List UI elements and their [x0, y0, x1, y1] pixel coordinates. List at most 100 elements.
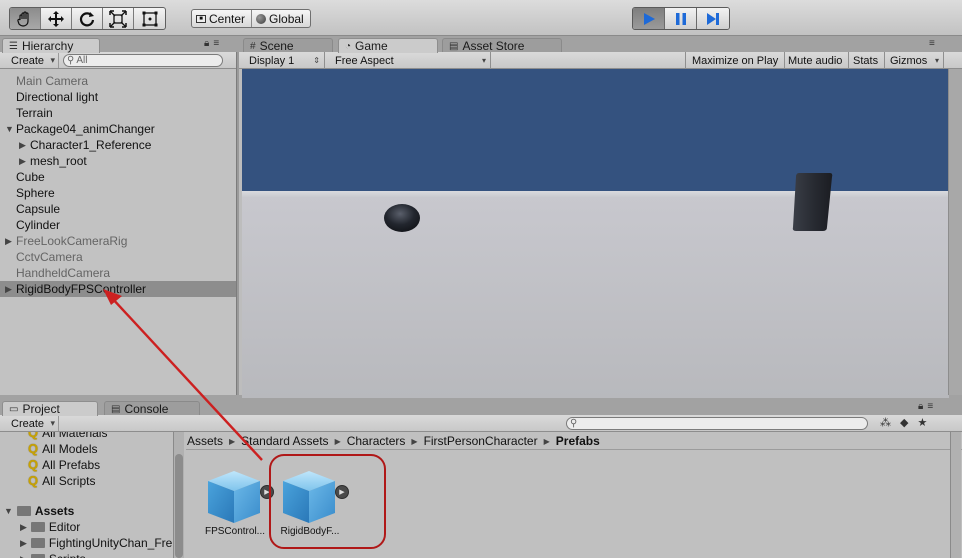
prefab-expand-icon[interactable]: ▶ [335, 485, 349, 499]
breadcrumb-item[interactable]: Characters [347, 434, 406, 448]
dropdown-arrow-icon: ▾ [481, 56, 486, 65]
project-search-input[interactable]: ⚲ [566, 417, 868, 430]
tab-asset-store-label: Asset Store [462, 39, 525, 53]
menu-icon[interactable]: ≡ [927, 401, 933, 412]
asset-grid-scrollbar[interactable] [950, 432, 961, 558]
expand-right-icon[interactable]: ▶ [19, 153, 26, 169]
pivot-center-button[interactable]: ■ Center [192, 10, 253, 27]
move-tool-button[interactable] [41, 8, 72, 29]
tab-console[interactable]: ▤ Console [104, 401, 200, 416]
rotate-tool-button[interactable] [72, 8, 103, 29]
folder-tree-scrollbar[interactable] [173, 432, 184, 558]
display-dropdown[interactable]: Display 1 ⇕ [243, 52, 325, 69]
hierarchy-list: Main Camera Directional light Terrain ▼ Pack… [0, 69, 236, 395]
tree-item-label: All Materials [42, 432, 108, 440]
filter-by-type-icon[interactable]: ⁂ [880, 416, 891, 429]
hierarchy-item[interactable]: HandheldCamera [0, 265, 236, 281]
console-icon: ▤ [111, 403, 121, 415]
game-toolbar: Display 1 ⇕ Free Aspect ▾ Maximize on Pl… [239, 52, 962, 69]
hierarchy-item[interactable]: Sphere [0, 185, 236, 201]
hierarchy-search-input[interactable]: ⚲ All [63, 54, 223, 67]
expand-right-icon[interactable]: ▶ [5, 233, 12, 249]
hierarchy-item[interactable]: ▶ Character1_Reference [0, 137, 236, 153]
mute-audio-toggle[interactable]: Mute audio [782, 52, 850, 69]
stats-toggle[interactable]: Stats [847, 52, 886, 69]
hand-tool-button[interactable] [10, 8, 41, 29]
list-icon: ☰ [9, 40, 18, 52]
hierarchy-item[interactable]: Cube [0, 169, 236, 185]
hierarchy-item-label: Terrain [16, 106, 53, 120]
expand-right-icon[interactable]: ▶ [20, 551, 27, 558]
breadcrumb-item[interactable]: Standard Assets [241, 434, 328, 448]
hierarchy-toolbar: Create ⚲ All [0, 52, 236, 69]
favorite-search-item[interactable]: Q All Models [0, 441, 173, 457]
tab-game[interactable]: ◔ Game [338, 38, 438, 53]
breadcrumb-item[interactable]: Prefabs [556, 434, 600, 448]
expand-down-icon[interactable]: ▼ [5, 121, 14, 137]
tab-hierarchy-label: Hierarchy [21, 39, 74, 53]
folder-item[interactable]: ▶ Scripts [0, 551, 173, 558]
lock-icon[interactable]: 🔒︎ [918, 401, 923, 412]
folder-item[interactable]: ▶ Editor [0, 519, 173, 535]
expand-right-icon[interactable]: ▶ [19, 137, 26, 153]
expand-down-icon[interactable]: ▼ [4, 503, 13, 519]
hierarchy-item-label: RigidBodyFPSController [16, 282, 147, 296]
hierarchy-item[interactable]: Main Camera [0, 73, 236, 89]
hierarchy-item[interactable]: CctvCamera [0, 249, 236, 265]
main-toolbar: ■ Center Global [0, 0, 962, 36]
tab-scene[interactable]: # Scene [243, 38, 333, 53]
expand-right-icon[interactable]: ▶ [20, 519, 27, 535]
folder-item[interactable]: ▶ FightingUnityChan_Fre [0, 535, 173, 551]
hierarchy-item[interactable]: Cylinder [0, 217, 236, 233]
expand-right-icon[interactable]: ▶ [5, 281, 12, 297]
project-create-button[interactable]: Create [5, 416, 60, 431]
hierarchy-item[interactable]: ▶ FreeLookCameraRig [0, 233, 236, 249]
favorite-search-item[interactable]: Q All Materials [0, 432, 173, 441]
hierarchy-item[interactable]: ▶ mesh_root [0, 153, 236, 169]
tab-asset-store[interactable]: ▤ Asset Store [442, 38, 562, 53]
breadcrumb: Assets ▶ Standard Assets ▶ Characters ▶ FirstP… [187, 433, 600, 449]
aspect-dropdown[interactable]: Free Aspect ▾ [329, 52, 491, 69]
pause-button[interactable] [665, 8, 697, 29]
breadcrumb-item[interactable]: Assets [187, 434, 223, 448]
step-button[interactable] [697, 8, 729, 29]
gizmos-dropdown[interactable]: Gizmos ▾ [884, 52, 944, 69]
hierarchy-create-button[interactable]: Create [5, 53, 60, 68]
saved-search-icon: Q [28, 441, 39, 456]
play-button[interactable] [633, 8, 665, 29]
hierarchy-item[interactable]: Directional light [0, 89, 236, 105]
menu-icon[interactable]: ≡ [929, 38, 935, 49]
hierarchy-item[interactable]: Capsule [0, 201, 236, 217]
tree-item-label: Assets [34, 504, 75, 518]
prefab-expand-icon[interactable]: ▶ [260, 485, 274, 499]
favorite-search-item[interactable]: Q All Scripts [0, 473, 173, 489]
game-viewport[interactable] [242, 69, 949, 398]
hierarchy-item[interactable]: ▶ RigidBodyFPSController [0, 281, 236, 297]
maximize-on-play-toggle[interactable]: Maximize on Play [685, 52, 786, 69]
hierarchy-item[interactable]: ▼ Package04_animChanger [0, 121, 236, 137]
space-global-button[interactable]: Global [252, 10, 310, 27]
tree-item-label: Editor [48, 520, 81, 534]
prefab-asset[interactable]: ▶ RigidBodyF... [275, 467, 349, 543]
folder-tree-scroll-thumb[interactable] [175, 454, 183, 558]
lock-icon[interactable]: 🔒︎ [204, 38, 209, 49]
hierarchy-corner-icons: 🔒︎ ≡ [204, 38, 219, 49]
saved-search-icon: Q [28, 432, 39, 440]
expand-right-icon[interactable]: ▶ [20, 535, 27, 551]
menu-icon[interactable]: ≡ [213, 38, 219, 49]
tab-hierarchy[interactable]: ☰ Hierarchy [2, 38, 100, 53]
filter-by-label-icon[interactable]: ◆ [900, 416, 908, 429]
favorite-star-icon[interactable]: ★ [917, 416, 927, 429]
tab-scene-label: Scene [259, 39, 294, 53]
folder-icon [30, 554, 45, 558]
scale-tool-button[interactable] [103, 8, 134, 29]
pivot-center-label: Center [209, 11, 246, 26]
breadcrumb-item[interactable]: FirstPersonCharacter [424, 434, 538, 448]
favorite-search-item[interactable]: Q All Prefabs [0, 457, 173, 473]
rect-tool-button[interactable] [134, 8, 165, 29]
prefab-asset[interactable]: ▶ FPSControl... [200, 467, 274, 543]
pivot-controls: ■ Center Global [191, 9, 311, 28]
assets-root-folder[interactable]: ▼ Assets [0, 503, 173, 519]
hierarchy-item[interactable]: Terrain [0, 105, 236, 121]
tab-project[interactable]: ▭ Project [2, 401, 98, 416]
